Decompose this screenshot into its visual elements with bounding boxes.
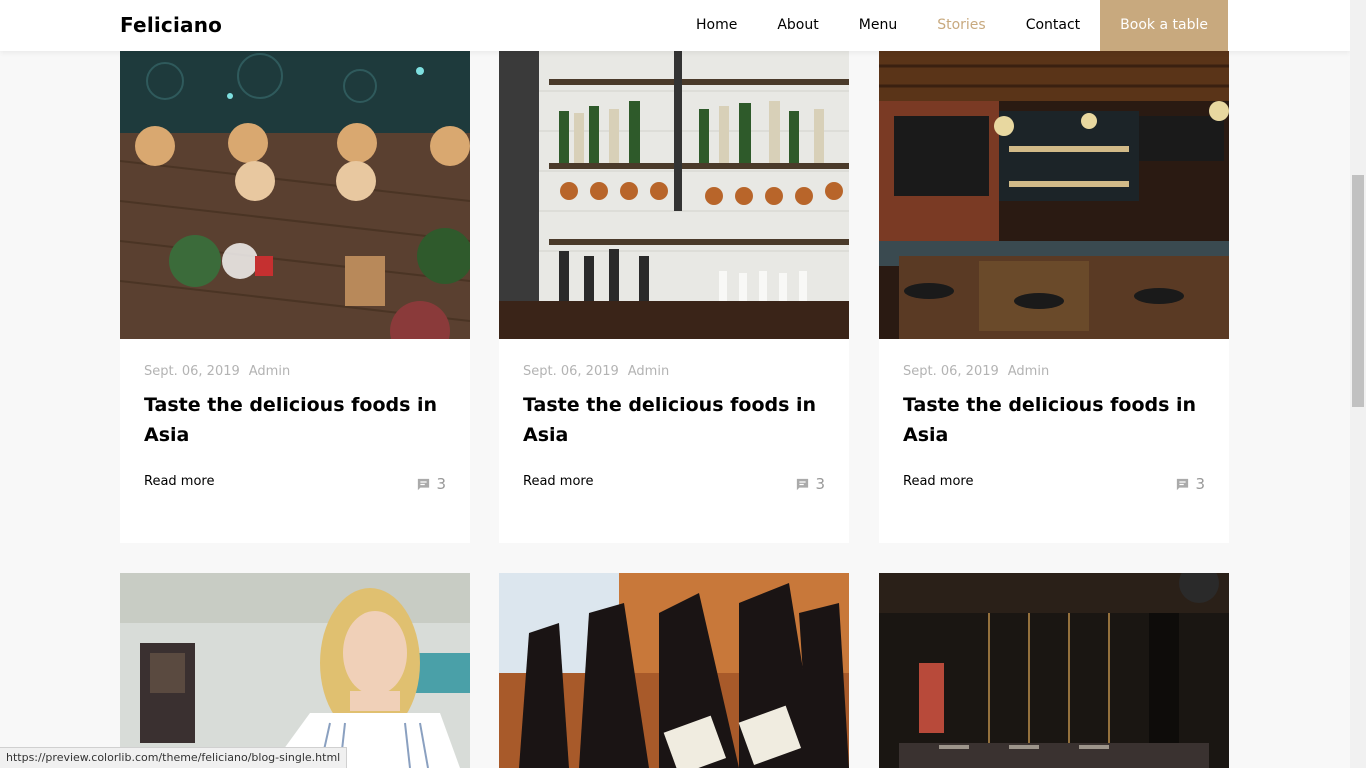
post-title[interactable]: Taste the delicious foods in Asia [144,390,446,450]
page-scrollbar[interactable] [1350,0,1366,768]
dining-room-photo[interactable] [879,573,1229,768]
post-title[interactable]: Taste the delicious foods in Asia [903,390,1205,450]
blog-card: Sept. 06, 2019 Admin Taste the delicious … [120,51,470,543]
card-body: Sept. 06, 2019 Admin Taste the delicious … [499,339,849,543]
comment-icon [418,478,430,490]
post-meta: Sept. 06, 2019 Admin [523,364,825,379]
barista-woman-photo[interactable] [120,573,470,768]
read-more-link[interactable]: Read more [523,474,593,489]
post-author[interactable]: Admin [1008,364,1049,379]
nav-links: Home About Menu Stories Contact Book a t… [676,0,1228,51]
bar-interior-photo[interactable] [879,51,1229,339]
post-date[interactable]: Sept. 06, 2019 [903,364,999,379]
read-more-link[interactable]: Read more [144,474,214,489]
comment-count: 3 [815,475,825,493]
post-meta: Sept. 06, 2019 Admin [144,364,446,379]
browser-status-url: https://preview.colorlib.com/theme/felic… [0,747,348,768]
nav-contact[interactable]: Contact [1006,0,1100,51]
post-title[interactable]: Taste the delicious foods in Asia [523,390,825,450]
post-author[interactable]: Admin [249,364,290,379]
post-author[interactable]: Admin [628,364,669,379]
card-body: Sept. 06, 2019 Admin Taste the delicious … [879,339,1229,543]
comment-count: 3 [436,475,446,493]
book-table-button[interactable]: Book a table [1100,0,1228,51]
navbar: Feliciano Home About Menu Stories Contac… [0,0,1350,51]
nav-stories[interactable]: Stories [917,0,1006,51]
post-date[interactable]: Sept. 06, 2019 [523,364,619,379]
wine-bottles-photo[interactable] [499,573,849,768]
blog-card: Sept. 06, 2019 Admin Taste the delicious … [879,51,1229,543]
blog-card: Sept. 06, 2019 Admin Taste the delicious … [499,51,849,543]
bar-shelves-photo[interactable] [499,51,849,339]
comments-link[interactable]: 3 [795,475,825,493]
comment-icon [1177,478,1189,490]
restaurant-topview-photo[interactable] [120,51,470,339]
comment-icon [797,478,809,490]
nav-menu[interactable]: Menu [839,0,917,51]
comment-count: 3 [1195,475,1205,493]
nav-home[interactable]: Home [676,0,757,51]
post-date[interactable]: Sept. 06, 2019 [144,364,240,379]
brand-logo[interactable]: Feliciano [120,0,222,51]
scrollbar-thumb[interactable] [1352,175,1364,407]
post-meta: Sept. 06, 2019 Admin [903,364,1205,379]
comments-link[interactable]: 3 [416,475,446,493]
comments-link[interactable]: 3 [1175,475,1205,493]
card-body: Sept. 06, 2019 Admin Taste the delicious … [120,339,470,543]
read-more-link[interactable]: Read more [903,474,973,489]
nav-about[interactable]: About [757,0,838,51]
